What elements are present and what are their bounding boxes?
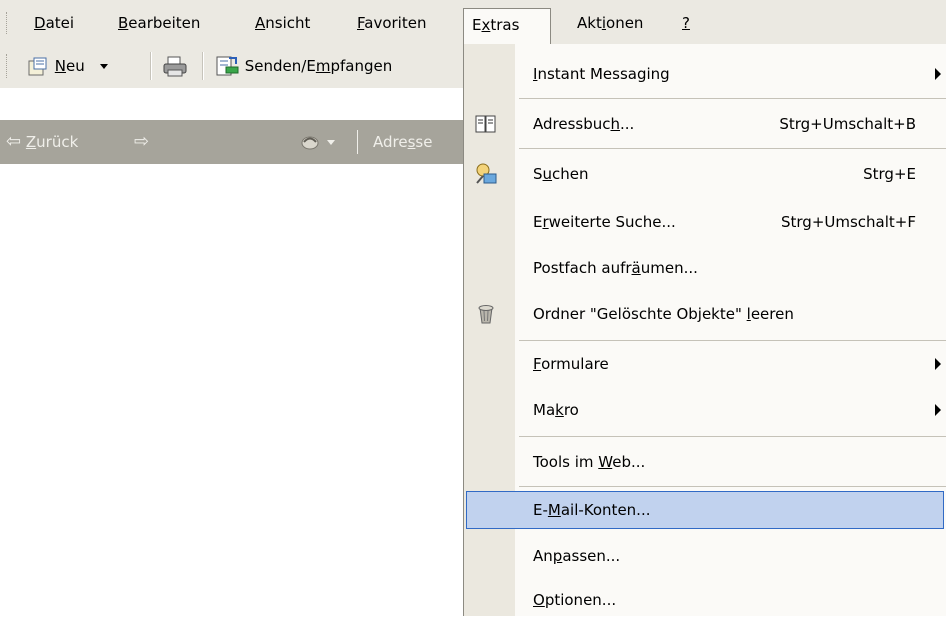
adressbuch-shortcut: Strg+Umschalt+B [779, 115, 916, 133]
menu-extras[interactable]: Extras [463, 8, 551, 44]
address-label: Adresse [373, 128, 432, 156]
toolbar-grip[interactable] [6, 54, 10, 78]
menu-datei[interactable]: Datei [34, 12, 74, 34]
anpassen-label: Anpassen... [533, 547, 621, 565]
address-label-pre: Adre [373, 133, 408, 151]
menu-bar: Datei Bearbeiten Ansicht Favoriten Extra… [0, 0, 946, 44]
new-label: eu [66, 57, 85, 75]
email-konten-label: E-Mail-Konten... [533, 501, 651, 519]
formulare-label: Formulare [533, 355, 609, 373]
toolbar-separator [150, 52, 152, 80]
menu-favoriten[interactable]: Favoriten [357, 12, 426, 34]
address-book-icon [475, 115, 496, 133]
makro-label: Makro [533, 401, 579, 419]
menu-separator [519, 148, 946, 149]
new-label-accel: N [54, 57, 67, 75]
print-button[interactable] [162, 52, 192, 80]
submenu-arrow-icon [935, 404, 941, 416]
erweiterte-suche-label: Erweiterte Suche... [533, 213, 676, 231]
ordner-leeren-label: Ordner "Gelöschte Objekte" leeren [533, 305, 794, 323]
suchen-shortcut: Strg+E [863, 165, 916, 183]
optionen-label: Optionen... [533, 591, 617, 609]
erweiterte-suche-shortcut: Strg+Umschalt+F [781, 213, 916, 231]
submenu-arrow-icon [935, 68, 941, 80]
postfach-label: Postfach aufräumen... [533, 259, 698, 277]
send-label-post: pfangen [330, 57, 393, 75]
standard-toolbar: Neu Senden/Empfangen [0, 44, 466, 88]
submenu-arrow-icon [935, 358, 941, 370]
instant-messaging-label: Instant Messaging [533, 65, 670, 83]
dropdown-arrow-icon[interactable] [99, 64, 108, 69]
find-icon [476, 163, 497, 184]
menu-label-accel: D [34, 14, 46, 32]
menu-label-accel: ? [682, 14, 690, 32]
printer-icon [163, 56, 187, 76]
menu-item-tools-im-web[interactable]: Tools im Web... [464, 442, 946, 482]
menu-label-post: onen [606, 14, 644, 32]
menubar-grip[interactable] [6, 12, 10, 34]
send-label-accel: m [315, 57, 331, 75]
adressbuch-label: Adressbuch... [533, 115, 635, 133]
menu-label-accel: B [118, 14, 129, 32]
suchen-label: Suchen [533, 165, 589, 183]
menu-separator [519, 98, 946, 99]
toolbar-separator [202, 52, 204, 80]
address-label-post: se [415, 133, 433, 151]
menu-separator [519, 340, 946, 341]
refresh-dropdown-icon[interactable] [326, 140, 335, 145]
menu-separator [519, 486, 946, 487]
navigation-bar: ⇦ Zurück ⇨ Adresse [0, 120, 466, 164]
menu-label-post: atei [45, 14, 75, 32]
menu-bearbeiten[interactable]: Bearbeiten [118, 12, 200, 34]
menu-label-post: avoriten [364, 14, 427, 32]
back-arrow-icon: ⇦ [6, 131, 22, 152]
menu-label-post: earbeiten [128, 14, 201, 32]
menu-aktionen[interactable]: Aktionen [577, 12, 643, 34]
tools-im-web-label: Tools im Web... [533, 453, 646, 471]
refresh-button[interactable] [298, 128, 335, 156]
send-receive-button[interactable]: Senden/Empfangen [214, 52, 454, 80]
back-button[interactable]: ⇦ Zurück [6, 128, 78, 156]
menu-item-postfach-aufraeumen[interactable]: Postfach aufräumen... [464, 248, 946, 288]
menu-label-post: nsicht [265, 14, 311, 32]
menu-item-instant-messaging[interactable]: Instant Messaging [464, 54, 946, 94]
menu-item-erweiterte-suche[interactable]: Erweiterte Suche... Strg+Umschalt+F [464, 202, 946, 242]
menu-item-anpassen[interactable]: Anpassen... [464, 536, 946, 576]
new-mail-icon [28, 57, 47, 75]
menu-label-accel: A [255, 14, 266, 32]
navbar-separator [357, 130, 358, 154]
back-label: urück [36, 133, 79, 151]
menu-item-formulare[interactable]: Formulare [464, 344, 946, 384]
menu-item-adressbuch[interactable]: Adressbuch... Strg+Umschalt+B [464, 104, 946, 144]
back-label-accel: Z [25, 133, 37, 151]
menu-ansicht[interactable]: Ansicht [255, 12, 310, 34]
trash-icon [478, 305, 494, 324]
menu-item-email-konten[interactable]: E-Mail-Konten... [464, 490, 946, 530]
menu-separator [519, 436, 946, 437]
menu-help[interactable]: ? [682, 12, 690, 34]
refresh-icon [301, 136, 319, 149]
menu-label-pre: Akt [577, 14, 602, 32]
forward-button[interactable]: ⇨ [134, 128, 149, 156]
menu-label-post: tras [490, 16, 520, 34]
send-label-pre: Senden/E [244, 57, 316, 75]
forward-arrow-icon: ⇨ [134, 131, 150, 152]
menu-item-optionen[interactable]: Optionen... [464, 580, 946, 620]
menu-item-suchen[interactable]: Suchen Strg+E [464, 154, 946, 194]
send-receive-icon [216, 56, 239, 75]
new-button[interactable]: Neu [26, 52, 142, 80]
extras-dropdown-menu: Instant Messaging Adressbuch... Strg+Ums… [463, 44, 946, 616]
menu-item-makro[interactable]: Makro [464, 390, 946, 430]
menu-item-ordner-leeren[interactable]: Ordner "Gelöschte Objekte" leeren [464, 294, 946, 334]
